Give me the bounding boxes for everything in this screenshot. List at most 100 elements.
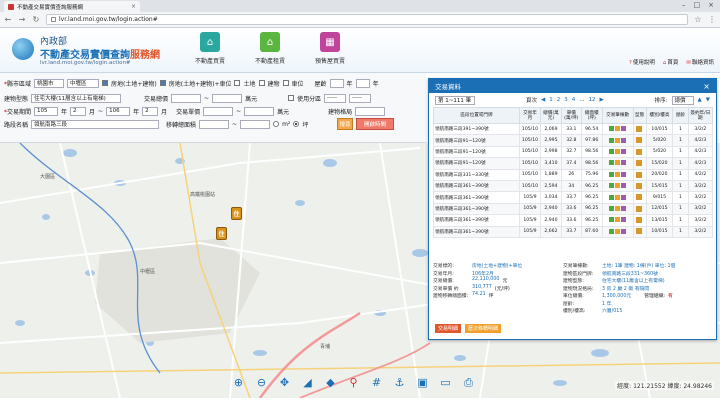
page-2[interactable]: 2 bbox=[557, 97, 561, 103]
building-type-icon[interactable] bbox=[636, 160, 643, 167]
col-age[interactable]: 屋齡 bbox=[672, 107, 689, 124]
open-time-button[interactable]: 開啟時間 bbox=[356, 118, 394, 130]
building-type-icon[interactable] bbox=[636, 171, 643, 178]
nav-buy[interactable]: ⌂ 不動產買賣 bbox=[188, 32, 232, 65]
type-check-0[interactable] bbox=[102, 80, 109, 86]
col-addr[interactable]: 區段位置或門牌 bbox=[432, 107, 521, 124]
type-check-3[interactable] bbox=[258, 80, 265, 86]
reload-icon[interactable]: ↻ bbox=[32, 15, 40, 24]
tab-close-icon[interactable]: × bbox=[131, 3, 136, 10]
use-zone-select-1[interactable]: ----- bbox=[324, 93, 347, 103]
url-input[interactable]: lvr.land.moi.gov.tw/login.action# bbox=[46, 14, 688, 25]
col-unit[interactable]: 單價(萬/坪) bbox=[560, 107, 582, 124]
unit-price-from[interactable] bbox=[203, 106, 234, 116]
sort-asc-icon[interactable]: ▲ bbox=[698, 97, 702, 103]
table-row[interactable]: 領航南路三段331~330號 105/10 1,889 26 75.96 20/020 1 4… bbox=[432, 168, 714, 181]
date-from-year[interactable]: 105 bbox=[34, 106, 59, 116]
map-marker[interactable]: 住 bbox=[231, 207, 242, 220]
table-row[interactable]: 領航南路三段91~120號 105/10 3,410 37.4 98.56 15/020 1… bbox=[432, 157, 714, 170]
district-select[interactable]: 中壢區 bbox=[67, 78, 100, 88]
page-info-icon[interactable] bbox=[51, 17, 56, 22]
col-area[interactable]: 總面積(坪) bbox=[580, 107, 603, 124]
page-3[interactable]: 3 bbox=[564, 97, 568, 103]
home-link[interactable]: ⌂首頁 bbox=[663, 58, 679, 66]
print-icon[interactable]: ⎙ bbox=[460, 374, 477, 391]
zoom-in-icon[interactable]: ⊕ bbox=[230, 374, 247, 391]
nav-presale[interactable]: ▦ 預售屋買賣 bbox=[308, 32, 352, 65]
sort-select[interactable]: 總價 bbox=[671, 95, 694, 105]
zoom-out-icon[interactable]: ⊖ bbox=[253, 374, 270, 391]
table-row[interactable]: 領航南路三段361~390號 105/9 3,034 33.7 96.25 9/015 1 3… bbox=[432, 191, 714, 204]
measure-distance-icon[interactable]: ◢ bbox=[299, 374, 316, 391]
table-row[interactable]: 領航南路三段361~390號 105/10 2,594 34 96.25 15/015 1 3… bbox=[432, 179, 714, 193]
county-select[interactable]: 桃園市 bbox=[34, 78, 65, 88]
type-check-2[interactable] bbox=[234, 80, 241, 86]
table-row[interactable]: 領航南路三段91~120號 105/10 2,995 32.8 97.86 5/020 1 4… bbox=[432, 134, 714, 147]
next-page-icon[interactable]: ▶ bbox=[599, 97, 603, 103]
forward-icon[interactable]: → bbox=[18, 15, 26, 24]
layout-input[interactable] bbox=[355, 106, 386, 116]
total-price-from[interactable] bbox=[171, 93, 202, 103]
area-unit-m2-radio[interactable] bbox=[273, 121, 280, 127]
route-icon[interactable]: ⚓ bbox=[391, 374, 408, 391]
contact-link[interactable]: ✉聯絡資訊 bbox=[686, 58, 714, 66]
table-row[interactable]: 領航南路三段91~120號 105/10 2,998 32.7 98.56 5/020 1 4… bbox=[432, 145, 714, 159]
date-to-year[interactable]: 106 bbox=[106, 106, 131, 116]
table-row[interactable]: 領航南路三段361~390號 105/9 2,940 33.6 96.25 13/015 1… bbox=[432, 214, 714, 227]
map-marker[interactable]: 住 bbox=[216, 227, 227, 240]
star-icon[interactable]: ☆ bbox=[694, 15, 702, 24]
menu-icon[interactable]: ⋮ bbox=[708, 15, 716, 24]
page-12[interactable]: 12 bbox=[588, 97, 595, 103]
col-date[interactable]: 簽約年/日期 bbox=[687, 107, 714, 124]
building-type-icon[interactable] bbox=[636, 148, 643, 155]
type-check-1[interactable] bbox=[159, 80, 166, 86]
col-ym[interactable]: 交易年月 bbox=[519, 107, 541, 124]
pan-icon[interactable]: ✥ bbox=[276, 374, 293, 391]
unit-price-to[interactable] bbox=[244, 106, 275, 116]
building-type-icon[interactable] bbox=[636, 137, 643, 144]
date-from-month[interactable]: 2 bbox=[70, 106, 87, 116]
road-input[interactable]: 領航南路三段 bbox=[31, 119, 160, 129]
area-from[interactable] bbox=[199, 119, 230, 129]
table-row[interactable]: 領航南路三段391~390號 105/10 2,069 33.1 96.54 10/015… bbox=[432, 122, 714, 136]
area-to[interactable] bbox=[240, 119, 271, 129]
transfer-history-button[interactable]: 歷次移轉明細 bbox=[465, 324, 502, 333]
table-row[interactable]: 領航南路三段361~390號 105/9 2,662 33.7 87.60 10/015 1… bbox=[432, 225, 714, 238]
area-unit-ping-radio[interactable] bbox=[293, 121, 300, 127]
building-type-icon[interactable] bbox=[636, 194, 643, 201]
age-from-input[interactable] bbox=[329, 78, 344, 88]
prev-page-icon[interactable]: ◀ bbox=[541, 97, 545, 103]
search-button[interactable]: 搜尋 bbox=[337, 118, 353, 130]
use-zone-check[interactable] bbox=[288, 95, 295, 101]
age-to-input[interactable] bbox=[355, 78, 370, 88]
grid-icon[interactable]: # bbox=[368, 374, 385, 391]
col-total[interactable]: 總價(萬元) bbox=[539, 107, 562, 124]
use-zone-select-2[interactable]: ----- bbox=[349, 93, 372, 103]
locate-icon[interactable]: ⚲ bbox=[345, 374, 362, 391]
close-window-icon[interactable]: × bbox=[708, 1, 714, 9]
col-type[interactable]: 型態 bbox=[632, 107, 647, 124]
help-link[interactable]: ?使用說明 bbox=[629, 58, 655, 66]
col-floor[interactable]: 樓別/樓高 bbox=[645, 107, 674, 124]
page-range-select[interactable]: 第 1~111 筆 bbox=[435, 95, 475, 105]
building-type-icon[interactable] bbox=[636, 228, 643, 235]
total-price-to[interactable] bbox=[212, 93, 243, 103]
page-1[interactable]: 1 bbox=[549, 97, 553, 103]
building-type-icon[interactable] bbox=[636, 205, 643, 212]
nav-rent[interactable]: ⌂ 不動產租賃 bbox=[248, 32, 292, 65]
building-type-icon[interactable] bbox=[636, 182, 643, 189]
col-count[interactable]: 交易筆棟數 bbox=[601, 107, 634, 124]
back-icon[interactable]: ← bbox=[4, 15, 12, 24]
building-type-icon[interactable] bbox=[636, 217, 643, 224]
panel-close-icon[interactable]: × bbox=[703, 82, 710, 91]
minimize-icon[interactable]: – bbox=[682, 1, 686, 9]
page-4[interactable]: 4 bbox=[572, 97, 576, 103]
table-row[interactable]: 領航南路三段361~390號 105/9 2,940 33.6 96.25 12/015 1… bbox=[432, 202, 714, 216]
type-check-4[interactable] bbox=[282, 80, 289, 86]
building-type-icon[interactable] bbox=[636, 125, 643, 132]
measure-area-icon[interactable]: ◆ bbox=[322, 374, 339, 391]
date-to-month[interactable]: 2 bbox=[142, 106, 159, 116]
fullscreen-icon[interactable]: ▭ bbox=[437, 374, 454, 391]
browser-tab[interactable]: 不動產交易實價查詢服務網 × bbox=[4, 1, 140, 12]
maximize-icon[interactable]: □ bbox=[694, 1, 701, 9]
